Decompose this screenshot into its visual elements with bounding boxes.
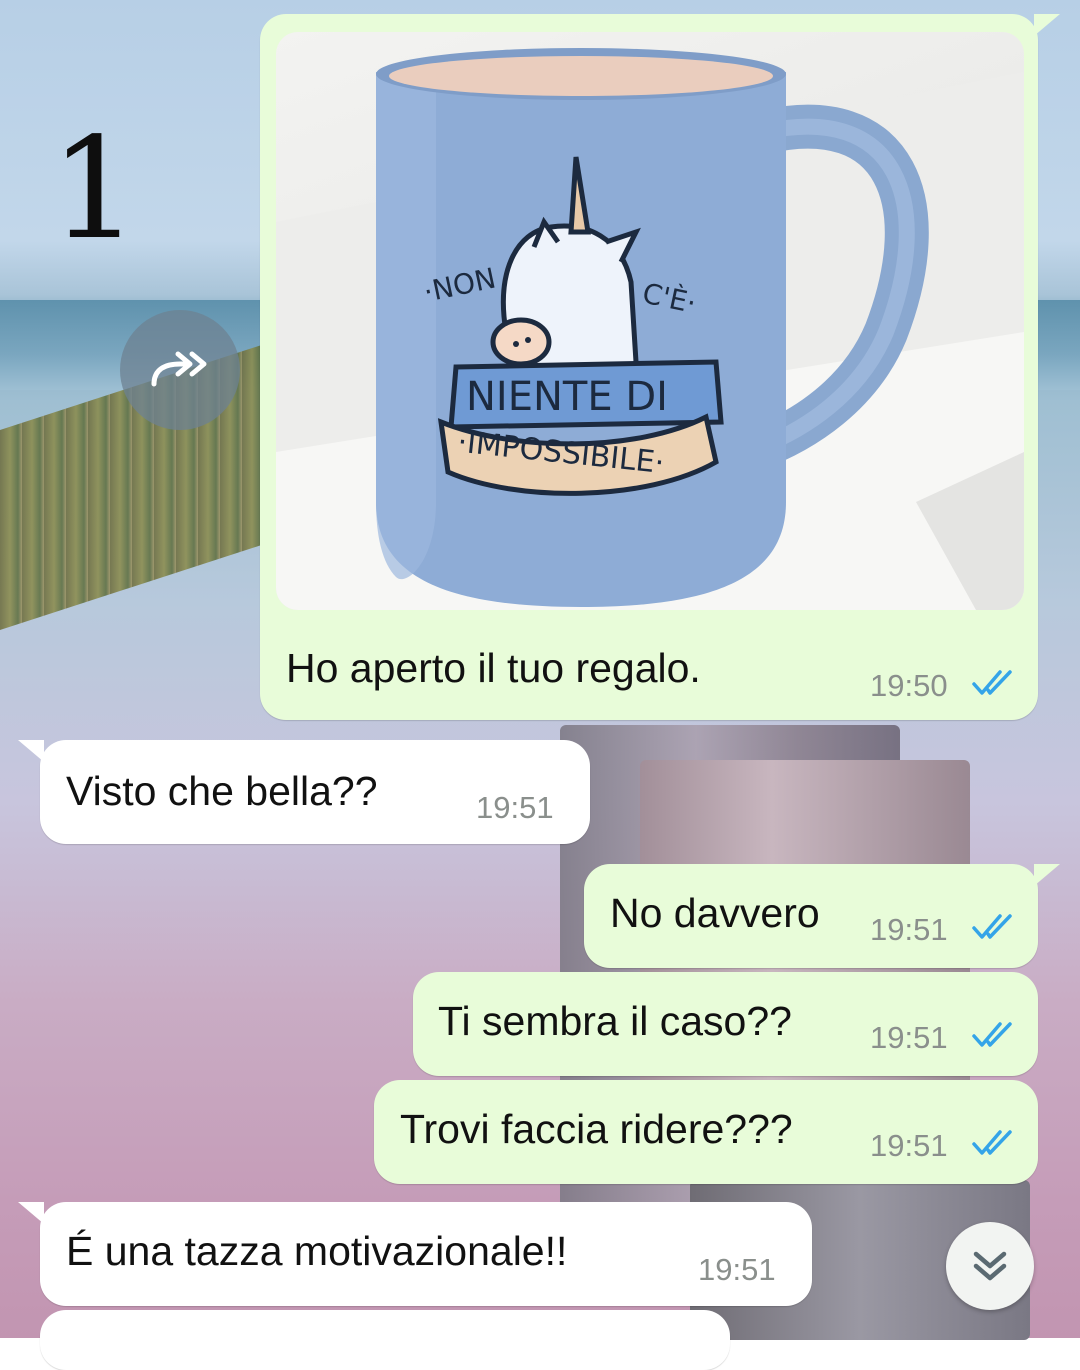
overlay-number: 1: [50, 108, 140, 271]
message-bubble-incoming-partial[interactable]: [40, 1310, 730, 1370]
forward-icon: [151, 351, 207, 387]
message-time: 19:51: [698, 1252, 776, 1287]
message-time: 19:51: [476, 790, 554, 825]
message-time: 19:51: [870, 1128, 948, 1163]
message-time: 19:50: [870, 668, 948, 703]
message-text: Ti sembra il caso??: [438, 998, 792, 1044]
bubble-tail: [18, 740, 44, 762]
message-text: É una tazza motivazionale!!: [66, 1228, 568, 1274]
chevron-double-down-icon: [973, 1251, 1007, 1281]
message-time: 19:51: [870, 912, 948, 947]
scroll-to-bottom-button[interactable]: [946, 1222, 1034, 1310]
bubble-tail: [18, 1202, 44, 1224]
double-check-icon: [972, 1022, 1012, 1047]
message-text: No davvero: [610, 890, 820, 936]
message-time: 19:51: [870, 1020, 948, 1055]
message-text: Trovi faccia ridere???: [400, 1106, 793, 1152]
double-check-icon: [972, 914, 1012, 939]
mug-text-niente-di: NIENTE DI: [466, 374, 668, 420]
bubble-tail: [1034, 864, 1060, 886]
forward-button[interactable]: [120, 310, 240, 430]
double-check-icon: [972, 670, 1012, 695]
double-check-icon: [972, 1130, 1012, 1155]
message-text: Visto che bella??: [66, 768, 378, 814]
message-text: Ho aperto il tuo regalo.: [286, 645, 701, 691]
bubble-tail: [1034, 14, 1060, 36]
mug-photo: ·NON C'È· NIENTE DI ·IMPOSSIBILE·: [276, 48, 1024, 610]
message-photo[interactable]: ·NON C'È· NIENTE DI ·IMPOSSIBILE·: [276, 32, 1024, 610]
